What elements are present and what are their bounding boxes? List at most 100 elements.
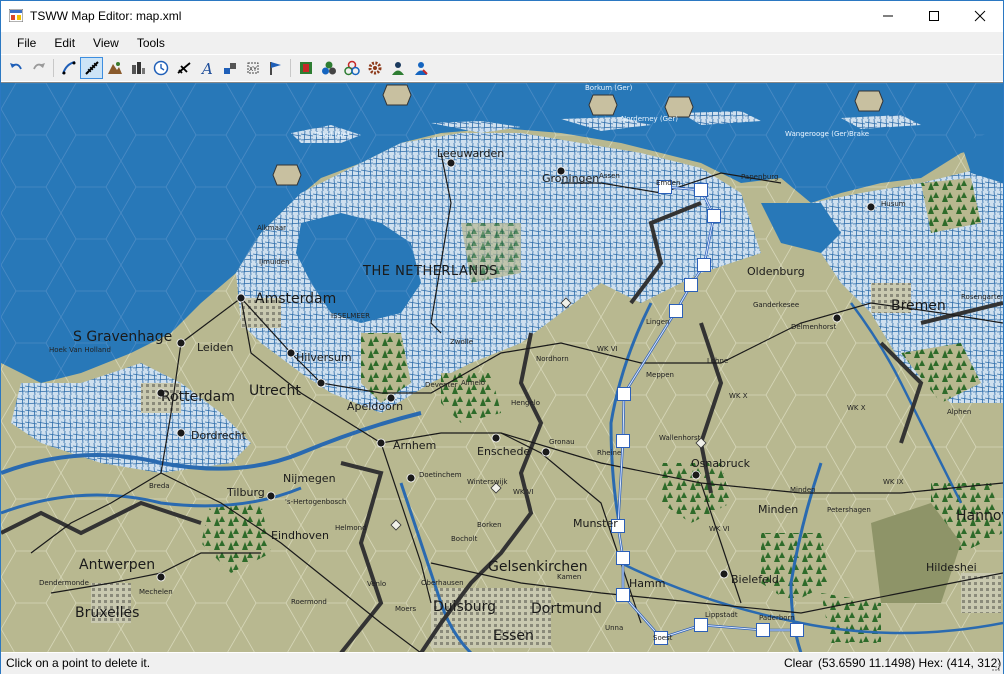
status-coordinates: (53.6590 11.1498) Hex: (414, 312) <box>818 656 1002 670</box>
status-hint: Click on a point to delete it. <box>6 656 151 670</box>
svg-text:XY: XY <box>249 67 257 73</box>
map-label-alkmaar: Alkmaar <box>257 224 287 232</box>
map-label-wk10: WK X <box>847 404 866 412</box>
route-point[interactable] <box>694 618 708 632</box>
city-tool-button[interactable] <box>126 57 149 79</box>
menu-tools[interactable]: Tools <box>128 32 174 54</box>
text-tool-button[interactable]: A <box>195 57 218 79</box>
map-label-bruxelles: Bruxelles <box>75 605 140 621</box>
clock-tool-icon <box>153 60 168 76</box>
map-label-dendermonde: Dendermonde <box>39 579 89 587</box>
map-label-deventer: Deventer <box>425 381 458 389</box>
gear-tool-icon <box>368 61 381 75</box>
route-point[interactable] <box>697 258 711 272</box>
undo-button[interactable] <box>4 57 27 79</box>
alliance-tool-button[interactable] <box>340 57 363 79</box>
resize-grip-icon[interactable] <box>991 662 1001 672</box>
border-tool-button[interactable]: XY <box>241 57 264 79</box>
map-label-paderborn: Paderborn <box>759 614 795 622</box>
gear-tool-button[interactable] <box>363 57 386 79</box>
railway-tool-button[interactable] <box>80 57 103 79</box>
road-tool-button[interactable] <box>57 57 80 79</box>
map-label-duisburg: Duisburg <box>433 599 496 615</box>
route-point[interactable] <box>790 623 804 637</box>
route-point[interactable] <box>694 183 708 197</box>
route-point[interactable] <box>616 551 630 565</box>
clock-tool-button[interactable] <box>149 57 172 79</box>
route-point[interactable] <box>617 387 631 401</box>
player-tool-button[interactable] <box>409 57 432 79</box>
title-bar[interactable]: TSWW Map Editor: map.xml <box>1 1 1003 31</box>
map-label-hildesheim: Hildeshei <box>926 561 977 574</box>
map-label-lingen: Lingen <box>646 318 670 326</box>
map-label-utrecht: Utrecht <box>249 383 301 399</box>
map-label-soest: Soest <box>653 634 673 642</box>
map-label-amsterdam: Amsterdam <box>255 291 337 307</box>
map-label-petershagen: Petershagen <box>827 506 871 514</box>
map-label-norderney: Norderney (Ger) <box>621 115 678 123</box>
commander-tool-icon <box>391 62 404 75</box>
map-label-essen: Essen <box>493 628 534 644</box>
map-label-oldenburg: Oldenburg <box>747 265 805 278</box>
terrain-tool-icon <box>107 62 122 74</box>
map-label-nordhorn: Nordhorn <box>536 355 569 363</box>
route-point[interactable] <box>707 209 721 223</box>
flag-tool-button[interactable] <box>264 57 287 79</box>
maximize-button[interactable] <box>911 1 957 31</box>
route-point[interactable] <box>616 588 630 602</box>
route-point[interactable] <box>756 623 770 637</box>
map-label-borken: Borken <box>477 521 502 529</box>
map-label-venlo: Venlo <box>367 580 387 588</box>
minimize-button[interactable] <box>865 1 911 31</box>
map-label-bocholt: Bocholt <box>451 535 478 543</box>
map-label-hamm: Hamm <box>629 577 666 590</box>
map-label-antwerpen: Antwerpen <box>79 557 156 573</box>
map-label-hannover: Hannov <box>956 508 1003 524</box>
route-point[interactable] <box>669 304 683 318</box>
menu-file[interactable]: File <box>8 32 45 54</box>
map-label-winterswijk: Winterswijk <box>467 478 508 486</box>
route-point[interactable] <box>684 278 698 292</box>
redo-button[interactable] <box>27 57 50 79</box>
close-button[interactable] <box>957 1 1003 31</box>
flag-tool-icon <box>269 62 281 75</box>
route-point[interactable] <box>616 434 630 448</box>
map-label-bielefeld: Bielefeld <box>731 573 779 586</box>
close-icon <box>974 10 986 22</box>
map-label-gronau: Gronau <box>549 438 575 446</box>
map-label-leeuwarden: Leeuwarden <box>437 147 505 160</box>
map-label-nijmegen: Nijmegen <box>283 472 336 485</box>
map-label-mechelen: Mechelen <box>139 588 173 596</box>
map-label-hilversum: Hilversum <box>296 351 352 364</box>
fortification-tool-button[interactable] <box>218 57 241 79</box>
menu-edit[interactable]: Edit <box>45 32 84 54</box>
road-tool-icon <box>61 61 75 75</box>
map-label-ijmuiden: IJmuiden <box>259 258 290 266</box>
airfield-tool-button[interactable] <box>172 57 195 79</box>
map-label-rheine: Rheine <box>597 449 622 457</box>
map-label-arnhem: Arnhem <box>393 439 437 452</box>
commander-tool-button[interactable] <box>386 57 409 79</box>
supply-tool-button[interactable] <box>317 57 340 79</box>
app-window: TSWW Map Editor: map.xml File Edit View … <box>0 0 1004 674</box>
map-label-papenburg: Papenburg <box>741 173 779 181</box>
map-label-texel: Texel (Ne) <box>315 131 350 139</box>
terrain-tool-button[interactable] <box>103 57 126 79</box>
map-label-tilburg: Tilburg <box>227 486 265 499</box>
map-label-almelo: Almelo <box>461 379 486 387</box>
map-label-dortmund: Dortmund <box>531 601 602 617</box>
map-label-rotterdam: Rotterdam <box>161 389 235 405</box>
window-title: TSWW Map Editor: map.xml <box>30 9 182 23</box>
map-label-helmond: Helmond <box>335 524 367 532</box>
map-label-groningen: Groningen <box>542 172 600 185</box>
map-label-country: THE NETHERLANDS <box>363 264 498 279</box>
map-label-roermond: Roermond <box>291 598 327 606</box>
menu-view[interactable]: View <box>84 32 128 54</box>
toolbar-separator <box>290 59 291 77</box>
map-canvas[interactable]: THE NETHERLANDS Amsterdam Rotterdam S Gr… <box>1 82 1003 652</box>
map-label-eindhoven: Eindhoven <box>271 529 329 542</box>
map-label-wk10: WK X <box>729 392 748 400</box>
supply-tool-icon <box>321 61 336 75</box>
city-tool-icon <box>131 62 145 74</box>
unit-tool-button[interactable] <box>294 57 317 79</box>
